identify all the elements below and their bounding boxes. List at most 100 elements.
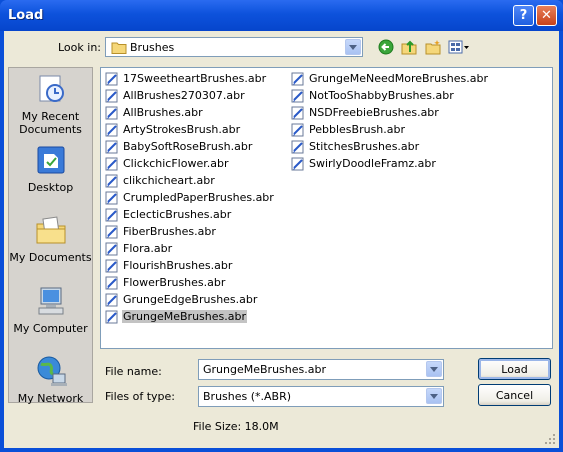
file-item[interactable]: Flora.abr xyxy=(105,240,275,257)
file-item[interactable]: ArtyStrokesBrush.abr xyxy=(105,121,275,138)
brush-file-icon xyxy=(105,191,118,204)
file-item[interactable]: BabySoftRoseBrush.abr xyxy=(105,138,275,155)
title-bar[interactable]: Load ? ✕ xyxy=(0,0,563,31)
file-name: SwirlyDoodleFramz.abr xyxy=(309,157,436,170)
place-label: My Computer xyxy=(13,322,88,335)
brush-file-icon xyxy=(105,157,118,170)
brush-file-icon xyxy=(105,276,118,289)
file-name: FiberBrushes.abr xyxy=(123,225,216,238)
new-folder-icon[interactable] xyxy=(424,38,442,56)
close-icon: ✕ xyxy=(541,8,552,23)
file-item[interactable]: EclecticBrushes.abr xyxy=(105,206,275,223)
place-label: Desktop xyxy=(27,181,74,194)
file-item[interactable]: StitchesBrushes.abr xyxy=(291,138,489,155)
brush-file-icon xyxy=(291,72,304,85)
look-in-dropdown[interactable]: Brushes xyxy=(105,37,363,57)
place-my-network[interactable]: My Network xyxy=(9,355,92,405)
chevron-down-icon[interactable] xyxy=(426,388,442,404)
files-of-type-dropdown[interactable]: Brushes (*.ABR) xyxy=(198,386,444,407)
file-column-1: 17SweetheartBrushes.abr AllBrushes270307.… xyxy=(105,70,275,325)
resize-grip-icon[interactable] xyxy=(545,434,556,445)
file-name: Flora.abr xyxy=(123,242,173,255)
file-name: GrungeMeNeedMoreBrushes.abr xyxy=(309,72,488,85)
brush-file-icon xyxy=(105,242,118,255)
brush-file-icon xyxy=(291,123,304,136)
file-item[interactable]: NotTooShabbyBrushes.abr xyxy=(291,87,489,104)
file-name-value: GrungeMeBrushes.abr xyxy=(203,363,326,376)
place-label: My Network xyxy=(17,392,84,405)
brush-file-icon xyxy=(105,208,118,221)
brush-file-icon xyxy=(291,89,304,102)
file-name: GrungeEdgeBrushes.abr xyxy=(123,293,258,306)
file-name-input[interactable]: GrungeMeBrushes.abr xyxy=(198,359,444,380)
file-size-readout: File Size: 18.0M xyxy=(193,420,279,433)
folder-icon xyxy=(111,42,127,54)
cancel-button[interactable]: Cancel xyxy=(478,384,551,406)
file-item[interactable]: GrungeMeNeedMoreBrushes.abr xyxy=(291,70,489,87)
brush-file-icon xyxy=(105,106,118,119)
brush-file-icon xyxy=(291,140,304,153)
back-icon[interactable] xyxy=(377,38,395,56)
file-name: FlowerBrushes.abr xyxy=(123,276,226,289)
up-folder-icon[interactable] xyxy=(400,38,418,56)
file-name: EclecticBrushes.abr xyxy=(123,208,232,221)
file-name: CrumpledPaperBrushes.abr xyxy=(123,191,274,204)
file-item[interactable]: PebblesBrush.abr xyxy=(291,121,489,138)
file-item[interactable]: GrungeEdgeBrushes.abr xyxy=(105,291,275,308)
desktop-icon xyxy=(37,146,64,174)
my-network-icon xyxy=(37,356,67,386)
file-item[interactable]: NSDFreebieBrushes.abr xyxy=(291,104,489,121)
place-my-computer[interactable]: My Computer xyxy=(9,285,92,335)
file-item[interactable]: FlourishBrushes.abr xyxy=(105,257,275,274)
load-button[interactable]: Load xyxy=(478,358,551,380)
help-icon: ? xyxy=(519,8,528,23)
file-item[interactable]: FiberBrushes.abr xyxy=(105,223,275,240)
recent-documents-icon xyxy=(39,75,64,102)
file-column-2: GrungeMeNeedMoreBrushes.abr NotTooShabbyB… xyxy=(291,70,489,172)
brush-file-icon xyxy=(105,310,118,323)
views-menu-icon[interactable] xyxy=(447,38,471,56)
help-button[interactable]: ? xyxy=(513,5,534,26)
file-name: FlourishBrushes.abr xyxy=(123,259,233,272)
my-documents-icon xyxy=(36,216,65,244)
look-in-value: Brushes xyxy=(130,41,175,54)
file-name: ClickchicFlower.abr xyxy=(123,157,229,170)
chevron-down-icon[interactable] xyxy=(345,39,361,55)
file-name: StitchesBrushes.abr xyxy=(309,140,420,153)
file-name-label: File name: xyxy=(105,365,162,378)
file-name: clikchicheart.abr xyxy=(123,174,215,187)
places-bar: My Recent Documents Desktop My Documents… xyxy=(8,67,93,405)
look-in-label: Look in: xyxy=(58,41,101,54)
brush-file-icon xyxy=(105,293,118,306)
file-list[interactable]: 17SweetheartBrushes.abr AllBrushes270307.… xyxy=(100,67,553,349)
file-item[interactable]: AllBrushes.abr xyxy=(105,104,275,121)
file-item[interactable]: AllBrushes270307.abr xyxy=(105,87,275,104)
chevron-down-icon[interactable] xyxy=(426,361,442,377)
file-item[interactable]: CrumpledPaperBrushes.abr xyxy=(105,189,275,206)
dialog-body: Look in: Brushes My Recent Documents Des xyxy=(4,31,559,448)
place-desktop[interactable]: Desktop xyxy=(9,144,92,194)
file-name: ArtyStrokesBrush.abr xyxy=(123,123,241,136)
brush-file-icon xyxy=(105,89,118,102)
file-item[interactable]: clikchicheart.abr xyxy=(105,172,275,189)
place-my-recent-documents[interactable]: My Recent Documents xyxy=(9,73,92,136)
place-label: My Documents xyxy=(9,251,92,264)
close-button[interactable]: ✕ xyxy=(536,5,557,26)
brush-file-icon xyxy=(105,225,118,238)
brush-file-icon xyxy=(105,72,118,85)
load-dialog: Load ? ✕ Look in: Brushes My Recent Docu… xyxy=(0,0,563,452)
file-name: AllBrushes.abr xyxy=(123,106,203,119)
my-computer-icon xyxy=(38,287,63,315)
file-name: NSDFreebieBrushes.abr xyxy=(309,106,439,119)
file-item[interactable]: ClickchicFlower.abr xyxy=(105,155,275,172)
file-item[interactable]: 17SweetheartBrushes.abr xyxy=(105,70,275,87)
place-label: My Recent Documents xyxy=(19,110,82,136)
file-item[interactable]: GrungeMeBrushes.abr xyxy=(105,308,275,325)
place-my-documents[interactable]: My Documents xyxy=(9,214,92,264)
file-item[interactable]: FlowerBrushes.abr xyxy=(105,274,275,291)
file-item[interactable]: SwirlyDoodleFramz.abr xyxy=(291,155,489,172)
brush-file-icon xyxy=(105,123,118,136)
file-name: GrungeMeBrushes.abr xyxy=(122,310,247,323)
brush-file-icon xyxy=(291,157,304,170)
window-title: Load xyxy=(8,8,44,23)
